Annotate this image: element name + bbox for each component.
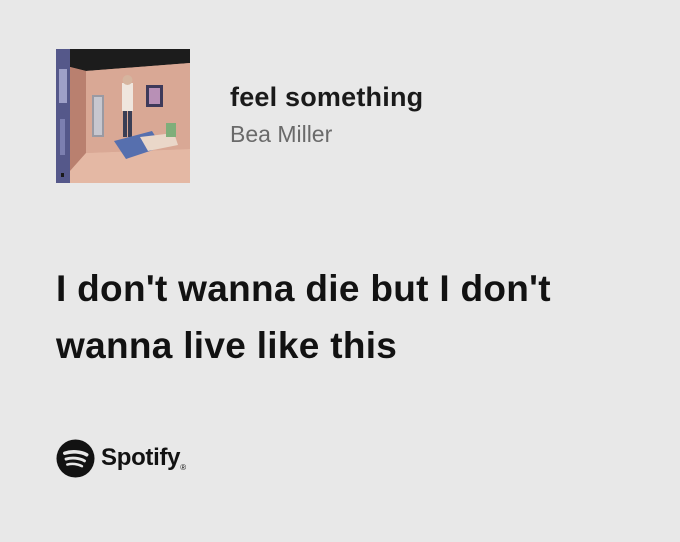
lyric-line: I don't wanna die but I don't [56, 268, 551, 309]
song-title: feel something [230, 82, 424, 112]
artist-name: Bea Miller [230, 121, 333, 147]
brand-name-text: Spotify [101, 444, 181, 471]
spotify-wordmark: Spotify® [101, 444, 186, 472]
lyric-text: I don't wanna die but I don't wanna live… [56, 260, 656, 374]
lyric-line: wanna live like this [56, 325, 398, 366]
spotify-branding: Spotify® [56, 438, 186, 478]
lyric-share-card: feel something Bea Miller I don't wanna … [0, 0, 680, 542]
album-art [56, 49, 190, 183]
spotify-logo-icon [56, 438, 95, 478]
registered-mark: ® [180, 463, 186, 472]
album-cover-image [56, 49, 190, 183]
